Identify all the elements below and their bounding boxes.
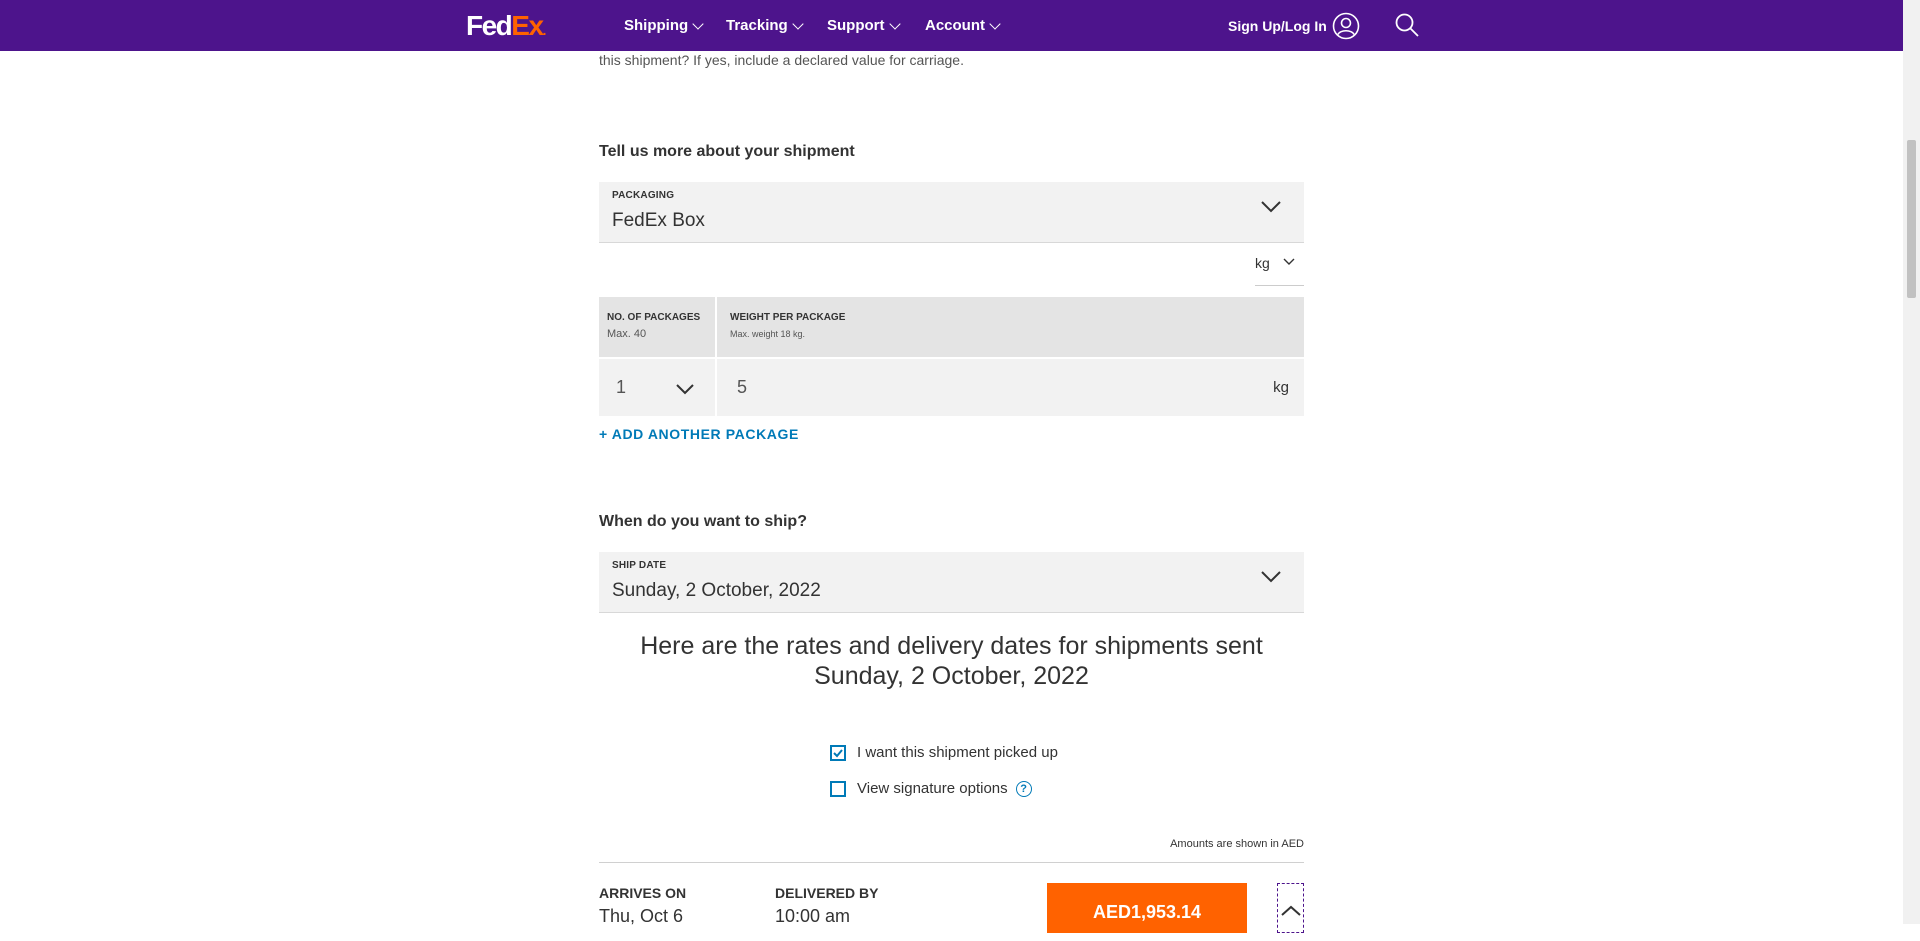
weight-input[interactable]: 5 kg (717, 359, 1304, 416)
nav-shipping-label: Shipping (624, 17, 689, 34)
packaging-select[interactable]: PACKAGING FedEx Box (599, 182, 1304, 243)
nav-shipping[interactable]: Shipping (624, 16, 704, 36)
packages-count-select[interactable]: 1 (599, 359, 715, 416)
nav-account-label: Account (925, 17, 985, 34)
delivered-by-label: DELIVERED BY (775, 885, 879, 901)
user-icon[interactable] (1332, 12, 1360, 45)
divider (599, 862, 1304, 863)
weight-unit-select[interactable]: kg (1255, 255, 1304, 286)
add-another-package-link[interactable]: + ADD ANOTHER PACKAGE (599, 426, 799, 442)
signature-label[interactable]: View signature options (857, 780, 1008, 797)
fedex-logo[interactable]: FedEx. (466, 10, 546, 46)
pickup-option: I want this shipment picked up (830, 744, 1058, 761)
pickup-label[interactable]: I want this shipment picked up (857, 744, 1058, 761)
rate-price-button[interactable]: AED1,953.14 (1047, 883, 1247, 933)
checkmark-icon (833, 748, 843, 757)
chevron-down-icon (676, 384, 694, 395)
chevron-down-icon (1261, 571, 1281, 583)
packaging-label: PACKAGING (612, 190, 675, 201)
chevron-down-icon (888, 17, 901, 30)
chevron-down-icon (692, 17, 704, 30)
nav-support-label: Support (827, 17, 885, 34)
arrives-on-label: ARRIVES ON (599, 885, 687, 901)
packages-header-hint: Max. 40 (607, 328, 647, 340)
top-nav-bar: FedEx. Shipping Tracking Support Account… (0, 0, 1903, 51)
signature-checkbox[interactable] (830, 780, 846, 797)
page-scrollbar[interactable] (1903, 0, 1920, 924)
chevron-down-icon (1261, 201, 1281, 213)
rates-heading-line2: Sunday, 2 October, 2022 (814, 662, 1089, 690)
nav-tracking[interactable]: Tracking (726, 16, 804, 36)
ship-date-label: SHIP DATE (612, 560, 667, 571)
chevron-up-icon (1281, 905, 1301, 916)
weight-header: WEIGHT PER PACKAGE Max. weight 18 kg. (717, 297, 1304, 357)
packages-header: NO. OF PACKAGES Max. 40 (599, 297, 715, 357)
ship-date-value: Sunday, 2 October, 2022 (612, 580, 821, 601)
weight-unit-value: kg (1255, 255, 1270, 271)
signature-option: View signature options ? (830, 780, 1032, 797)
currency-note: Amounts are shown in AED (1170, 838, 1304, 850)
scrollbar-thumb[interactable] (1907, 140, 1916, 298)
packages-count-value: 1 (616, 377, 627, 397)
chevron-down-icon (1283, 258, 1295, 265)
weight-input-value: 5 (737, 377, 748, 397)
ship-date-select[interactable]: SHIP DATE Sunday, 2 October, 2022 (599, 552, 1304, 613)
chevron-down-icon (792, 17, 804, 30)
nav-account[interactable]: Account (925, 16, 1001, 36)
rates-heading-line1: Here are the rates and delivery dates fo… (640, 632, 1263, 660)
ship-date-heading: When do you want to ship? (599, 513, 807, 530)
chevron-down-icon (989, 17, 1001, 30)
search-icon[interactable] (1394, 12, 1420, 43)
weight-input-unit: kg (1273, 379, 1289, 396)
sign-in-link[interactable]: Sign Up/Log In (1228, 16, 1327, 36)
rates-heading: Here are the rates and delivery dates fo… (599, 631, 1304, 691)
declared-value-note: this shipment? If yes, include a declare… (599, 52, 964, 68)
package-grid: NO. OF PACKAGES Max. 40 WEIGHT PER PACKA… (599, 297, 1304, 416)
packaging-value: FedEx Box (612, 210, 705, 231)
packages-header-title: NO. OF PACKAGES (607, 312, 701, 323)
collapse-rate-button[interactable] (1277, 883, 1304, 933)
weight-header-title: WEIGHT PER PACKAGE (730, 312, 846, 323)
shipment-details-heading: Tell us more about your shipment (599, 143, 855, 160)
pickup-checkbox[interactable] (830, 744, 846, 761)
weight-header-hint: Max. weight 18 kg. (730, 329, 806, 339)
nav-support[interactable]: Support (827, 16, 901, 36)
nav-tracking-label: Tracking (726, 17, 788, 34)
help-icon[interactable]: ? (1015, 780, 1032, 797)
